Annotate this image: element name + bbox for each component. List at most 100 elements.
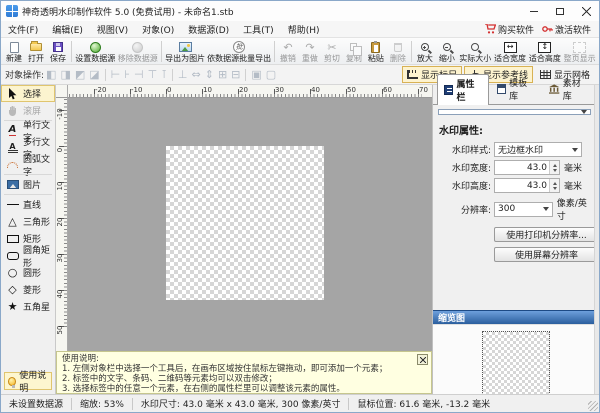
watermark-width-input[interactable]: 43.0	[494, 160, 560, 175]
thumbnail-area	[433, 324, 599, 399]
notice-close-button[interactable]	[417, 354, 428, 365]
activate-software-button[interactable]: 激活软件	[542, 23, 591, 36]
menu-file[interactable]: 文件(F)	[1, 21, 45, 37]
v-ruler-label: 0	[56, 142, 64, 158]
rounded-rectangle-icon	[7, 252, 19, 260]
status-zoom: 缩放: 53%	[72, 398, 133, 410]
vertical-ruler: -10 0 10 20 30 40 50	[56, 98, 68, 351]
tool-select[interactable]: 选择	[1, 85, 55, 102]
menu-datasource[interactable]: 数据源(D)	[181, 21, 236, 37]
image-icon	[7, 180, 19, 189]
buy-software-button[interactable]: 购买软件	[485, 23, 534, 36]
spinner-buttons[interactable]	[549, 179, 559, 192]
usage-help-button[interactable]: 使用说明	[4, 372, 52, 390]
tab-properties[interactable]: 属性栏	[437, 74, 489, 105]
tool-rounded-rectangle[interactable]: 圆角矩形	[1, 247, 55, 264]
zoom-in-button[interactable]: 放大	[414, 39, 436, 64]
app-icon	[6, 5, 18, 17]
batch-export-button[interactable]: 批依数据源批量导出	[206, 39, 272, 64]
status-mouse-position: 鼠标位置: 61.6 毫米, -13.2 毫米	[349, 398, 498, 410]
object-operations-label: 对象操作:	[5, 68, 44, 81]
set-datasource-button[interactable]: 设置数据源	[74, 39, 116, 64]
open-folder-icon	[30, 43, 42, 51]
undo-button: ↶撤销	[277, 39, 299, 64]
save-icon	[53, 42, 63, 52]
bring-forward-icon: ◩	[73, 69, 87, 80]
menu-object[interactable]: 对象(O)	[135, 21, 181, 37]
menu-edit[interactable]: 编辑(E)	[45, 21, 90, 37]
copy-button: 复制	[343, 39, 365, 64]
watermark-style-select[interactable]: 无边框水印	[494, 142, 582, 157]
export-image-button[interactable]: 导出为图片	[164, 39, 206, 64]
bank-icon	[549, 84, 559, 94]
design-canvas[interactable]	[68, 98, 432, 351]
tab-templates[interactable]: 模板库	[490, 73, 542, 104]
new-button[interactable]: 新建	[3, 39, 25, 64]
remove-datasource-button: 移除数据源	[116, 39, 158, 64]
paste-icon	[371, 42, 380, 53]
fit-height-button[interactable]: ↕适合高度	[527, 39, 562, 64]
watermark-canvas-area[interactable]	[166, 146, 324, 300]
paste-button[interactable]: 粘贴	[365, 39, 387, 64]
width-unit: 毫米	[564, 161, 582, 174]
menu-help[interactable]: 帮助(H)	[281, 21, 327, 37]
notice-line-2: 2. 标签中的文字、条码、二维码等元素均可以双击修改；	[62, 374, 413, 384]
spinner-buttons[interactable]	[549, 161, 559, 174]
cart-icon	[485, 24, 496, 34]
tool-circle[interactable]: ○ 圆形	[1, 264, 55, 281]
window-title: 神奇透明水印制作软件 5.0 (免费试用) - 未命名1.stb	[22, 5, 234, 18]
notice-line-3: 3. 选择标签中的任意一个元素，在右侧的属性栏里可以调整该元素的属性。	[62, 384, 413, 394]
width-label: 水印宽度:	[433, 161, 491, 174]
status-bar: 未设置数据源 缩放: 53% 水印尺寸: 43.0 毫米 x 43.0 毫米, …	[1, 394, 599, 412]
h-ruler-label: -10	[131, 86, 142, 94]
tool-line[interactable]: 直线	[1, 196, 55, 213]
app-window: 神奇透明水印制作软件 5.0 (免费试用) - 未命名1.stb 文件(F) 编…	[0, 0, 600, 413]
resolution-select[interactable]: 300	[494, 202, 553, 217]
element-selector-dropdown[interactable]	[438, 109, 591, 115]
h-ruler-label: 20	[239, 86, 248, 94]
tab-materials[interactable]: 素材库	[542, 73, 595, 104]
watermark-height-input[interactable]: 43.0	[494, 178, 560, 193]
tool-arc-text[interactable]: 圆弧文字	[1, 156, 55, 173]
toolbar-separator	[274, 41, 275, 62]
distribute-h-icon: ⊞	[216, 69, 229, 80]
copy-icon	[350, 43, 357, 51]
thumbnail-preview[interactable]	[482, 331, 550, 399]
main-area: 选择 滚屏 A 单行文字 A 多行文字 圆弧文字 图片	[1, 85, 599, 394]
toolbar-separator	[161, 41, 162, 62]
v-ruler-label: -10	[56, 106, 64, 122]
maximize-button[interactable]	[547, 1, 573, 21]
h-ruler-label: 50	[347, 86, 356, 94]
full-page-icon	[573, 42, 586, 53]
use-screen-resolution-button[interactable]: 使用屏幕分辨率	[494, 247, 599, 262]
tool-image[interactable]: 图片	[1, 176, 55, 193]
bulb-icon	[8, 377, 16, 386]
menu-view[interactable]: 视图(V)	[90, 21, 135, 37]
menu-tools[interactable]: 工具(T)	[236, 21, 281, 37]
h-ruler-label: 40	[311, 86, 320, 94]
panel-scrollbar[interactable]	[594, 85, 599, 394]
fit-width-button[interactable]: ↔适合宽度	[493, 39, 528, 64]
zoom-out-icon	[443, 43, 451, 51]
tool-pan: 滚屏	[1, 102, 55, 119]
delete-button: 删除	[387, 39, 409, 64]
save-button[interactable]: 保存	[47, 39, 69, 64]
actual-size-button[interactable]: 实际大小	[458, 39, 493, 64]
toolbar-separator	[105, 69, 106, 81]
chevron-down-icon	[572, 148, 578, 152]
align-right-icon: ⊣	[132, 69, 146, 80]
resize-grip[interactable]	[588, 401, 598, 411]
status-datasource: 未设置数据源	[1, 398, 72, 410]
open-button[interactable]: 打开	[25, 39, 47, 64]
close-button[interactable]	[573, 1, 599, 21]
zoom-out-button[interactable]: 缩小	[436, 39, 458, 64]
tool-triangle[interactable]: △ 三角形	[1, 213, 55, 230]
align-center-icon: ⊦	[122, 69, 132, 80]
tool-star[interactable]: ★ 五角星	[1, 298, 55, 315]
datasource-gray-icon	[132, 42, 143, 53]
tool-diamond[interactable]: ◇ 菱形	[1, 281, 55, 298]
minimize-button[interactable]	[521, 1, 547, 21]
use-printer-resolution-button[interactable]: 使用打印机分辨率...	[494, 227, 599, 242]
redo-button: ↷重做	[299, 39, 321, 64]
maximize-icon	[556, 8, 564, 15]
